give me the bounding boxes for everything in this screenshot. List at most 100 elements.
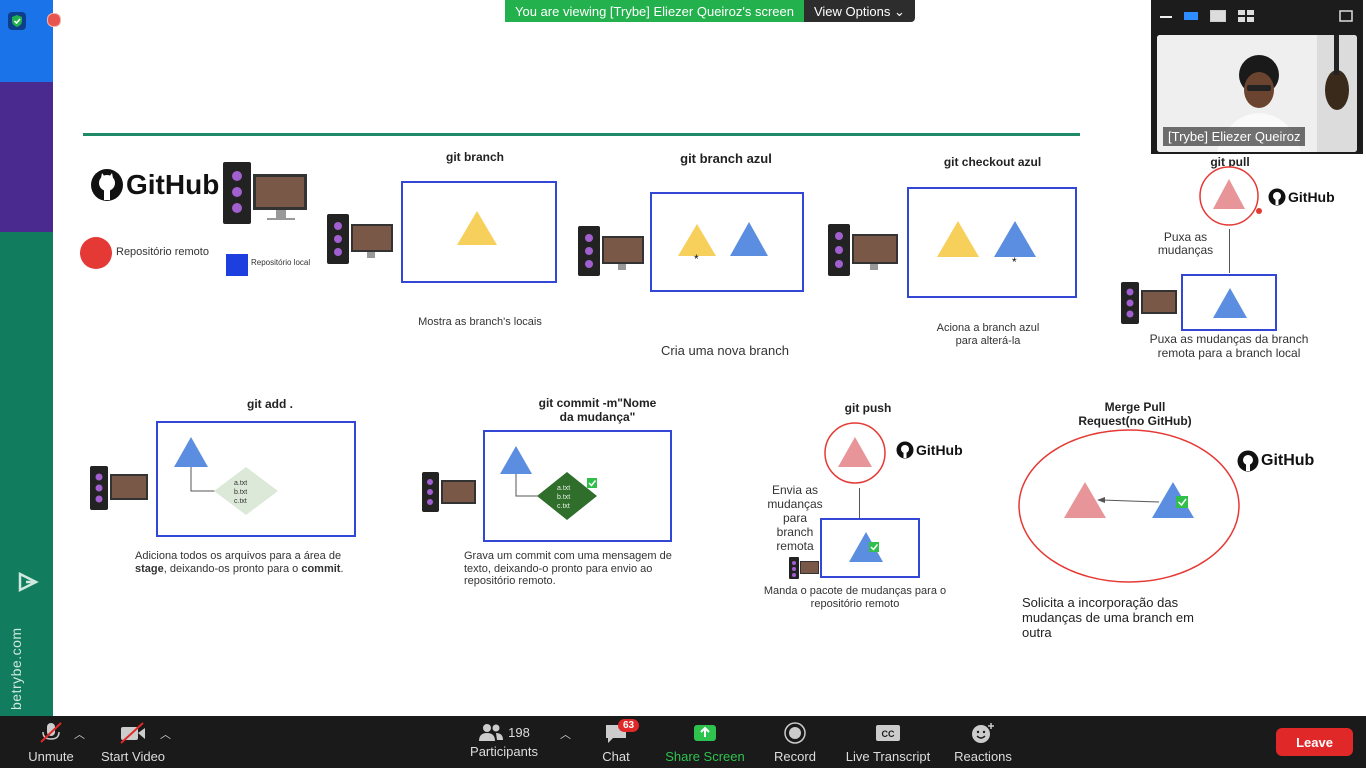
active-marker: *: [1012, 255, 1017, 269]
reactions-button[interactable]: Reactions: [950, 722, 1016, 764]
live-transcript-button[interactable]: CC Live Transcript: [840, 722, 936, 764]
view-options-button[interactable]: View Options ⌄: [803, 0, 915, 22]
computer-icon: [422, 472, 476, 512]
banner-message: You are viewing [Trybe] Eliezer Queiroz'…: [505, 0, 804, 22]
meeting-toolbar: Unmute ︿ Start Video ︿ 198 Participants …: [0, 716, 1366, 768]
git-push-caption-1: Manda o pacote de mudanças para o: [763, 585, 947, 597]
github-logo: GitHub: [896, 441, 963, 459]
git-branch-azul-title: git branch azul: [680, 151, 772, 166]
closed-caption-icon: CC: [876, 725, 900, 741]
commit-diagram: [500, 446, 597, 520]
audio-options-caret[interactable]: ︿: [74, 726, 85, 742]
git-checkout-caption-2: para alterá-la: [955, 335, 1021, 347]
video-camera-muted-icon: [120, 722, 145, 744]
git-checkout-caption-1: Aciona a branch azul: [936, 322, 1040, 334]
git-add-box: a.txt b.txt c.txt: [156, 421, 356, 537]
github-icon: [896, 441, 914, 459]
git-pull-caption-2: remota para a branch local: [1157, 346, 1301, 360]
share-screen-icon: [694, 725, 716, 741]
git-pull-caption-1: Puxa as mudanças da branch: [1149, 332, 1309, 346]
git-commit-title-1: git commit -m"Nome: [538, 396, 657, 410]
chat-button[interactable]: Chat 63: [596, 719, 640, 764]
merge-diagram: [1018, 429, 1240, 583]
local-repo-square: [226, 254, 248, 276]
participant-name: [Trybe] Eliezer Queiroz: [1163, 127, 1306, 146]
git-push-box: [820, 518, 920, 578]
merge-caption-2: mudanças de uma branch em: [1022, 610, 1194, 625]
video-panel: [Trybe] Eliezer Queiroz: [1151, 0, 1363, 154]
push-arrow: [859, 488, 860, 518]
git-commit-caption-3: repositório remoto.: [464, 575, 556, 587]
participants-icon: [479, 724, 504, 741]
microphone-muted-icon: [40, 722, 62, 743]
record-button[interactable]: Record: [770, 722, 820, 764]
thumbnail-view-icon[interactable]: [1210, 10, 1226, 22]
remote-repo-circle: [824, 422, 886, 484]
pull-arrow: [1229, 229, 1230, 273]
record-indicator-icon: [47, 13, 61, 27]
merge-caption-1: Solicita a incorporação das: [1022, 595, 1179, 610]
git-add-caption-2: stage, deixando-os pronto para o commit.: [135, 563, 344, 575]
computer-icon: [578, 226, 644, 276]
git-commit-box: a.txt b.txt c.txt: [483, 430, 672, 542]
computer-icon: [1121, 282, 1177, 324]
github-logo: GitHub: [1237, 450, 1314, 472]
stage-diagram: [174, 437, 278, 515]
smiley-add-icon: [972, 723, 994, 743]
git-commit-caption-2: texto, deixando-o pronto para envio ao: [464, 563, 653, 575]
svg-text:CC: CC: [882, 729, 895, 739]
computer-icon: [828, 224, 898, 276]
git-add-caption-1: Adiciona todos os arquivos para a área d…: [135, 550, 342, 562]
computer-icon: [223, 162, 307, 224]
branch-triangles: [678, 222, 768, 256]
participant-count: 198: [508, 724, 530, 740]
git-push-caption-2: repositório remoto: [810, 598, 900, 610]
brand-strip: betrybe.com: [0, 0, 61, 716]
github-icon: [91, 169, 123, 201]
git-checkout-box: *: [907, 187, 1077, 298]
gallery-view-icon[interactable]: [1238, 9, 1254, 22]
unmute-button[interactable]: Unmute: [22, 722, 80, 764]
leave-button[interactable]: Leave: [1276, 728, 1353, 756]
participants-options-caret[interactable]: ︿: [560, 726, 571, 742]
file-list: a.txt b.txt c.txt: [234, 480, 248, 505]
minimize-icon[interactable]: [1160, 16, 1172, 18]
branch-triangles: [937, 221, 1036, 257]
git-pull-side-2: mudanças: [1157, 243, 1214, 257]
share-screen-button[interactable]: Share Screen: [662, 722, 748, 764]
git-branch-title: git branch: [445, 150, 504, 164]
computer-icon: [327, 214, 393, 264]
video-options-caret[interactable]: ︿: [160, 726, 171, 742]
participants-button[interactable]: 198 Participants: [466, 722, 542, 759]
yellow-triangle: [457, 211, 497, 245]
git-add-title: git add .: [247, 397, 293, 411]
merge-title-2: Request(no GitHub): [1078, 414, 1192, 428]
chat-badge: 63: [618, 719, 640, 732]
git-commit-caption-1: Grava um commit com uma mensagem de: [464, 550, 672, 562]
github-icon: [1268, 188, 1286, 206]
git-branch-azul-caption: Cria uma nova branch: [661, 343, 789, 358]
legend-remote: Repositório remoto: [116, 246, 209, 258]
blue-triangle: [1213, 288, 1247, 318]
speaker-view-icon[interactable]: [1184, 12, 1198, 20]
git-commit-title-2: da mudança": [559, 410, 636, 424]
merge-caption-3: outra: [1022, 625, 1052, 640]
github-logo: GitHub: [1268, 188, 1335, 206]
shield-icon[interactable]: [8, 12, 26, 30]
start-video-button[interactable]: Start Video: [97, 722, 169, 764]
push-diagram: [849, 532, 883, 562]
git-pull-side-1: Puxa as: [1163, 230, 1208, 244]
merge-title-1: Merge Pull: [1104, 400, 1166, 414]
git-push-title: git push: [844, 401, 892, 415]
fullscreen-icon[interactable]: [1339, 9, 1353, 22]
remote-repo-circle: [1199, 166, 1262, 226]
participant-video: [Trybe] Eliezer Queiroz: [1157, 35, 1357, 152]
github-logo: GitHub: [90, 168, 219, 202]
github-icon: [1237, 450, 1259, 472]
record-icon: [784, 722, 806, 744]
remote-repo-dot: [80, 237, 112, 269]
git-branch-azul-box: *: [650, 192, 804, 292]
active-marker: *: [694, 252, 699, 266]
trybe-logo-icon: [18, 571, 39, 593]
file-list: a.txt b.txt c.txt: [557, 485, 571, 510]
